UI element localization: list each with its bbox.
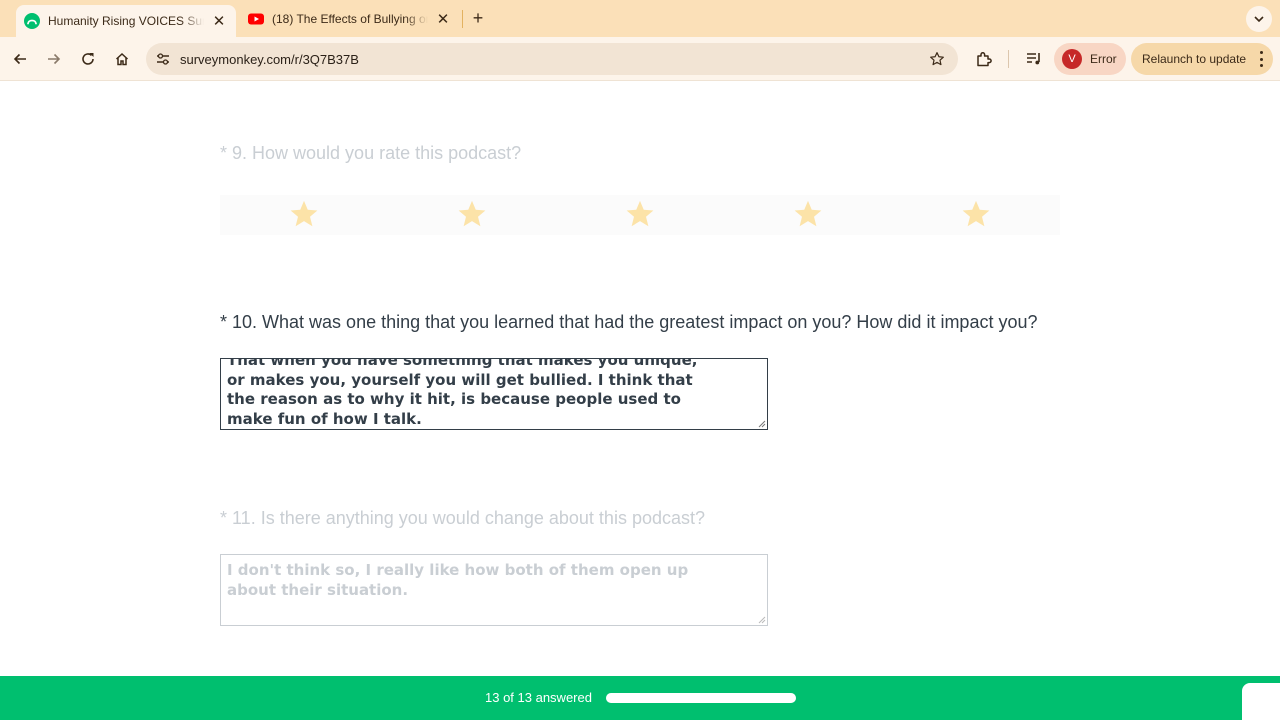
tab-close-icon[interactable]: ✕	[210, 12, 228, 30]
more-menu-kebab-icon[interactable]	[1259, 51, 1263, 67]
rating-star-2-icon[interactable]	[457, 199, 487, 229]
toolbar-separator	[1008, 50, 1009, 68]
survey-page: * 9. How would you rate this podcast? * …	[0, 82, 1280, 676]
tab-surveymonkey[interactable]: Humanity Rising VOICES Survey ✕	[16, 5, 236, 37]
rating-star-4-icon[interactable]	[793, 199, 823, 229]
tab-youtube[interactable]: (18) The Effects of Bullying on ✕	[240, 4, 460, 34]
question-11-answer-text[interactable]: I don't think so, I really like how both…	[227, 561, 717, 600]
question-10-answer-textarea[interactable]: That when you have something that makes …	[220, 358, 768, 430]
feedback-side-tab[interactable]	[1242, 683, 1280, 720]
profile-status-label: Error	[1090, 52, 1117, 66]
site-info-tune-icon[interactable]	[154, 50, 172, 68]
youtube-icon	[248, 13, 264, 25]
progress-label: 13 of 13 answered	[485, 690, 592, 705]
address-bar[interactable]: surveymonkey.com/r/3Q7B37B	[146, 43, 958, 75]
profile-error-chip[interactable]: V Error	[1054, 43, 1126, 75]
rating-star-1-icon[interactable]	[289, 199, 319, 229]
reload-icon[interactable]	[76, 47, 100, 71]
question-9-title: * 9. How would you rate this podcast?	[220, 143, 522, 163]
avatar: V	[1062, 49, 1082, 69]
extensions-puzzle-icon[interactable]	[972, 47, 996, 71]
surveymonkey-icon	[24, 13, 40, 29]
question-10-answer-text[interactable]: That when you have something that makes …	[227, 359, 717, 429]
browser-tab-strip: Humanity Rising VOICES Survey ✕ (18) The…	[0, 0, 1280, 37]
home-icon[interactable]	[110, 47, 134, 71]
back-arrow-icon[interactable]	[8, 47, 32, 71]
relaunch-to-update-button[interactable]: Relaunch to update	[1131, 43, 1273, 75]
tab-title: (18) The Effects of Bullying on	[272, 12, 428, 26]
question-11-answer-textarea[interactable]: I don't think so, I really like how both…	[220, 554, 768, 626]
media-queue-icon[interactable]	[1022, 47, 1046, 71]
rating-star-5-icon[interactable]	[961, 199, 991, 229]
question-9-star-rating	[220, 195, 1060, 235]
resize-grip-icon[interactable]	[758, 616, 766, 624]
resize-grip-icon[interactable]	[758, 420, 766, 428]
relaunch-label: Relaunch to update	[1142, 52, 1247, 66]
progress-track	[606, 693, 796, 703]
tab-close-icon[interactable]: ✕	[434, 10, 452, 28]
survey-progress-footer: 13 of 13 answered	[0, 676, 1280, 720]
question-11-title: * 11. Is there anything you would change…	[220, 508, 705, 528]
question-10-title: * 10. What was one thing that you learne…	[220, 312, 1038, 332]
url-text[interactable]: surveymonkey.com/r/3Q7B37B	[180, 52, 359, 67]
browser-toolbar: surveymonkey.com/r/3Q7B37B V Error Relau…	[0, 37, 1280, 81]
bookmark-star-icon[interactable]	[928, 50, 946, 68]
forward-arrow-icon[interactable]	[42, 47, 66, 71]
rating-star-3-icon[interactable]	[625, 199, 655, 229]
tab-search-chevron-down-icon[interactable]	[1246, 6, 1272, 32]
progress-fill	[606, 693, 796, 703]
new-tab-plus-icon[interactable]: +	[468, 8, 488, 28]
tab-divider	[462, 10, 463, 28]
tab-title: Humanity Rising VOICES Survey	[48, 14, 204, 28]
